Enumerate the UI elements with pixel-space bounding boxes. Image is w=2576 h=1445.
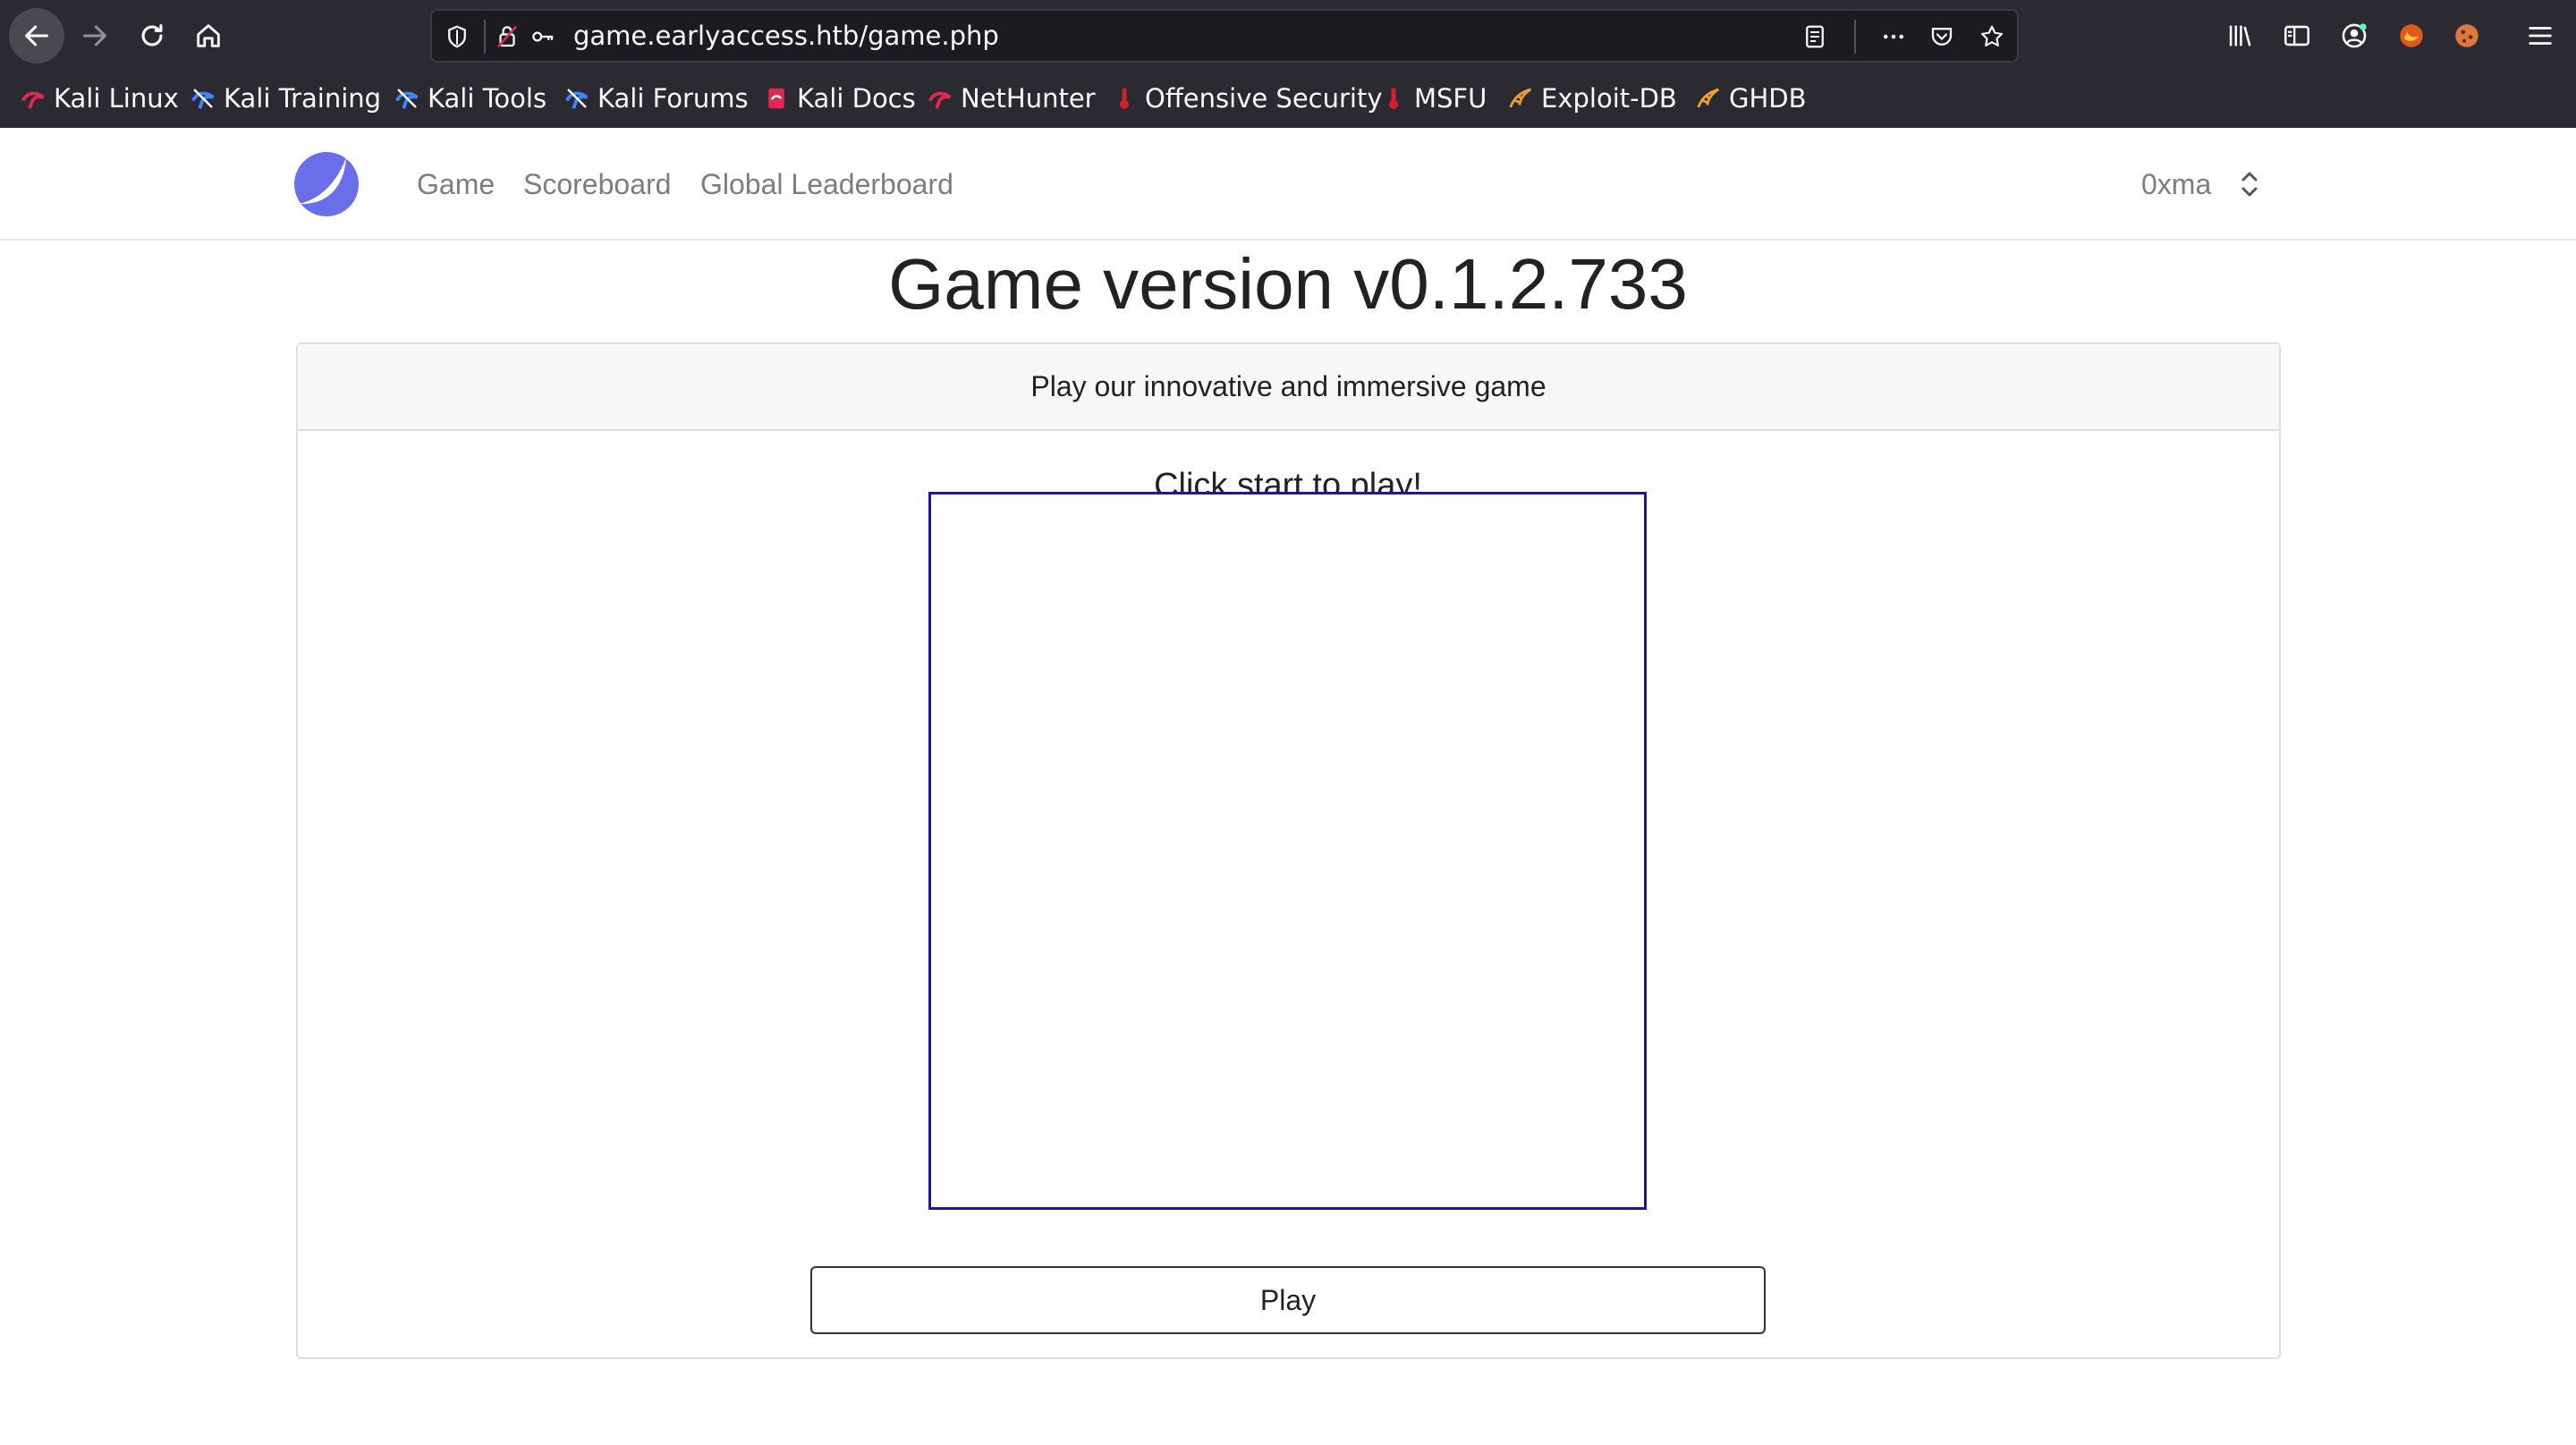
bookmark-label: NetHunter xyxy=(961,83,1096,114)
forward-button[interactable] xyxy=(68,9,122,63)
play-button[interactable]: Play xyxy=(810,1266,1766,1334)
bookmark-label: MSFU xyxy=(1414,83,1487,114)
cookie-extension-icon[interactable] xyxy=(2447,16,2487,55)
bookmark-kali-forums[interactable]: Kali Forums xyxy=(564,72,749,125)
nav-link-game[interactable]: Game xyxy=(417,128,495,241)
msfu-icon xyxy=(1380,85,1407,112)
page-title: Game version v0.1.2.733 xyxy=(888,244,1688,324)
reader-view-icon[interactable] xyxy=(1801,22,1829,51)
bookmark-exploit-db[interactable]: Exploit-DB xyxy=(1507,72,1677,125)
kali-tools-icon xyxy=(394,85,420,112)
shield-icon[interactable] xyxy=(443,22,471,51)
bookmark-label: GHDB xyxy=(1729,83,1807,114)
card-header: Play our innovative and immersive game xyxy=(298,344,2279,431)
user-menu[interactable]: 0xma xyxy=(2141,128,2211,241)
pocket-icon[interactable] xyxy=(1928,22,1956,51)
home-button[interactable] xyxy=(182,9,235,63)
account-icon[interactable] xyxy=(2334,16,2374,55)
arrow-right-icon xyxy=(83,25,106,46)
browser-toolbar: game.earlyaccess.htb/game.php Kali Linux… xyxy=(0,0,2576,128)
bookmark-msfu[interactable]: MSFU xyxy=(1380,72,1487,125)
bookmark-star-icon[interactable] xyxy=(1978,22,2006,51)
offsec-icon xyxy=(1111,85,1138,112)
bookmark-kali-tools[interactable]: Kali Tools xyxy=(394,72,547,125)
site-navbar: Game Scoreboard Global Leaderboard 0xma xyxy=(0,128,2576,241)
bookmarks-toolbar: Kali Linux Kali Training Kali Tools Kali… xyxy=(0,72,2576,125)
bookmark-nethunter[interactable]: NetHunter xyxy=(927,72,1096,125)
more-actions-icon[interactable] xyxy=(1879,22,1908,51)
key-icon[interactable] xyxy=(529,22,557,51)
sidebar-icon[interactable] xyxy=(2277,16,2317,55)
bookmark-label: Kali Training xyxy=(224,83,382,114)
site-logo[interactable] xyxy=(292,150,360,218)
hamburger-menu-icon[interactable] xyxy=(2521,16,2560,55)
kali-docs-icon xyxy=(763,85,790,112)
bookmark-offensive-security[interactable]: Offensive Security xyxy=(1111,72,1383,125)
bookmark-kali-docs[interactable]: Kali Docs xyxy=(763,72,916,125)
url-divider xyxy=(484,20,486,54)
chevron-up-down-icon[interactable] xyxy=(2236,167,2263,201)
bookmark-kali-linux[interactable]: Kali Linux xyxy=(20,72,179,125)
url-divider xyxy=(1854,20,1856,54)
exploitdb-icon xyxy=(1507,85,1534,112)
insecure-lock-icon[interactable] xyxy=(493,22,521,51)
nav-link-scoreboard[interactable]: Scoreboard xyxy=(523,128,671,241)
bookmark-ghdb[interactable]: GHDB xyxy=(1695,72,1807,125)
kali-forums-icon xyxy=(564,85,590,112)
bookmark-label: Kali Forums xyxy=(597,83,749,114)
ghdb-icon xyxy=(1695,85,1722,112)
bookmark-label: Kali Docs xyxy=(797,83,916,114)
bookmark-kali-training[interactable]: Kali Training xyxy=(190,72,381,125)
bookmark-label: Kali Tools xyxy=(428,83,547,114)
url-text[interactable]: game.earlyaccess.htb/game.php xyxy=(573,11,999,61)
url-bar[interactable]: game.earlyaccess.htb/game.php xyxy=(430,9,2019,63)
game-canvas[interactable] xyxy=(928,492,1647,1210)
arrow-left-icon xyxy=(25,25,48,46)
bookmark-label: Kali Linux xyxy=(54,83,179,114)
bookmark-label: Offensive Security xyxy=(1145,83,1383,114)
kali-dragon-icon xyxy=(20,85,47,112)
nethunter-icon xyxy=(927,85,953,112)
library-icon[interactable] xyxy=(2220,16,2259,55)
firefox-extension-icon[interactable] xyxy=(2392,16,2431,55)
reload-icon xyxy=(141,24,163,46)
back-button[interactable] xyxy=(9,8,64,63)
bookmark-label: Exploit-DB xyxy=(1541,83,1677,114)
home-icon xyxy=(197,24,220,47)
reload-button[interactable] xyxy=(125,9,179,63)
nav-link-global-leaderboard[interactable]: Global Leaderboard xyxy=(700,128,953,241)
kali-training-icon xyxy=(190,85,216,112)
